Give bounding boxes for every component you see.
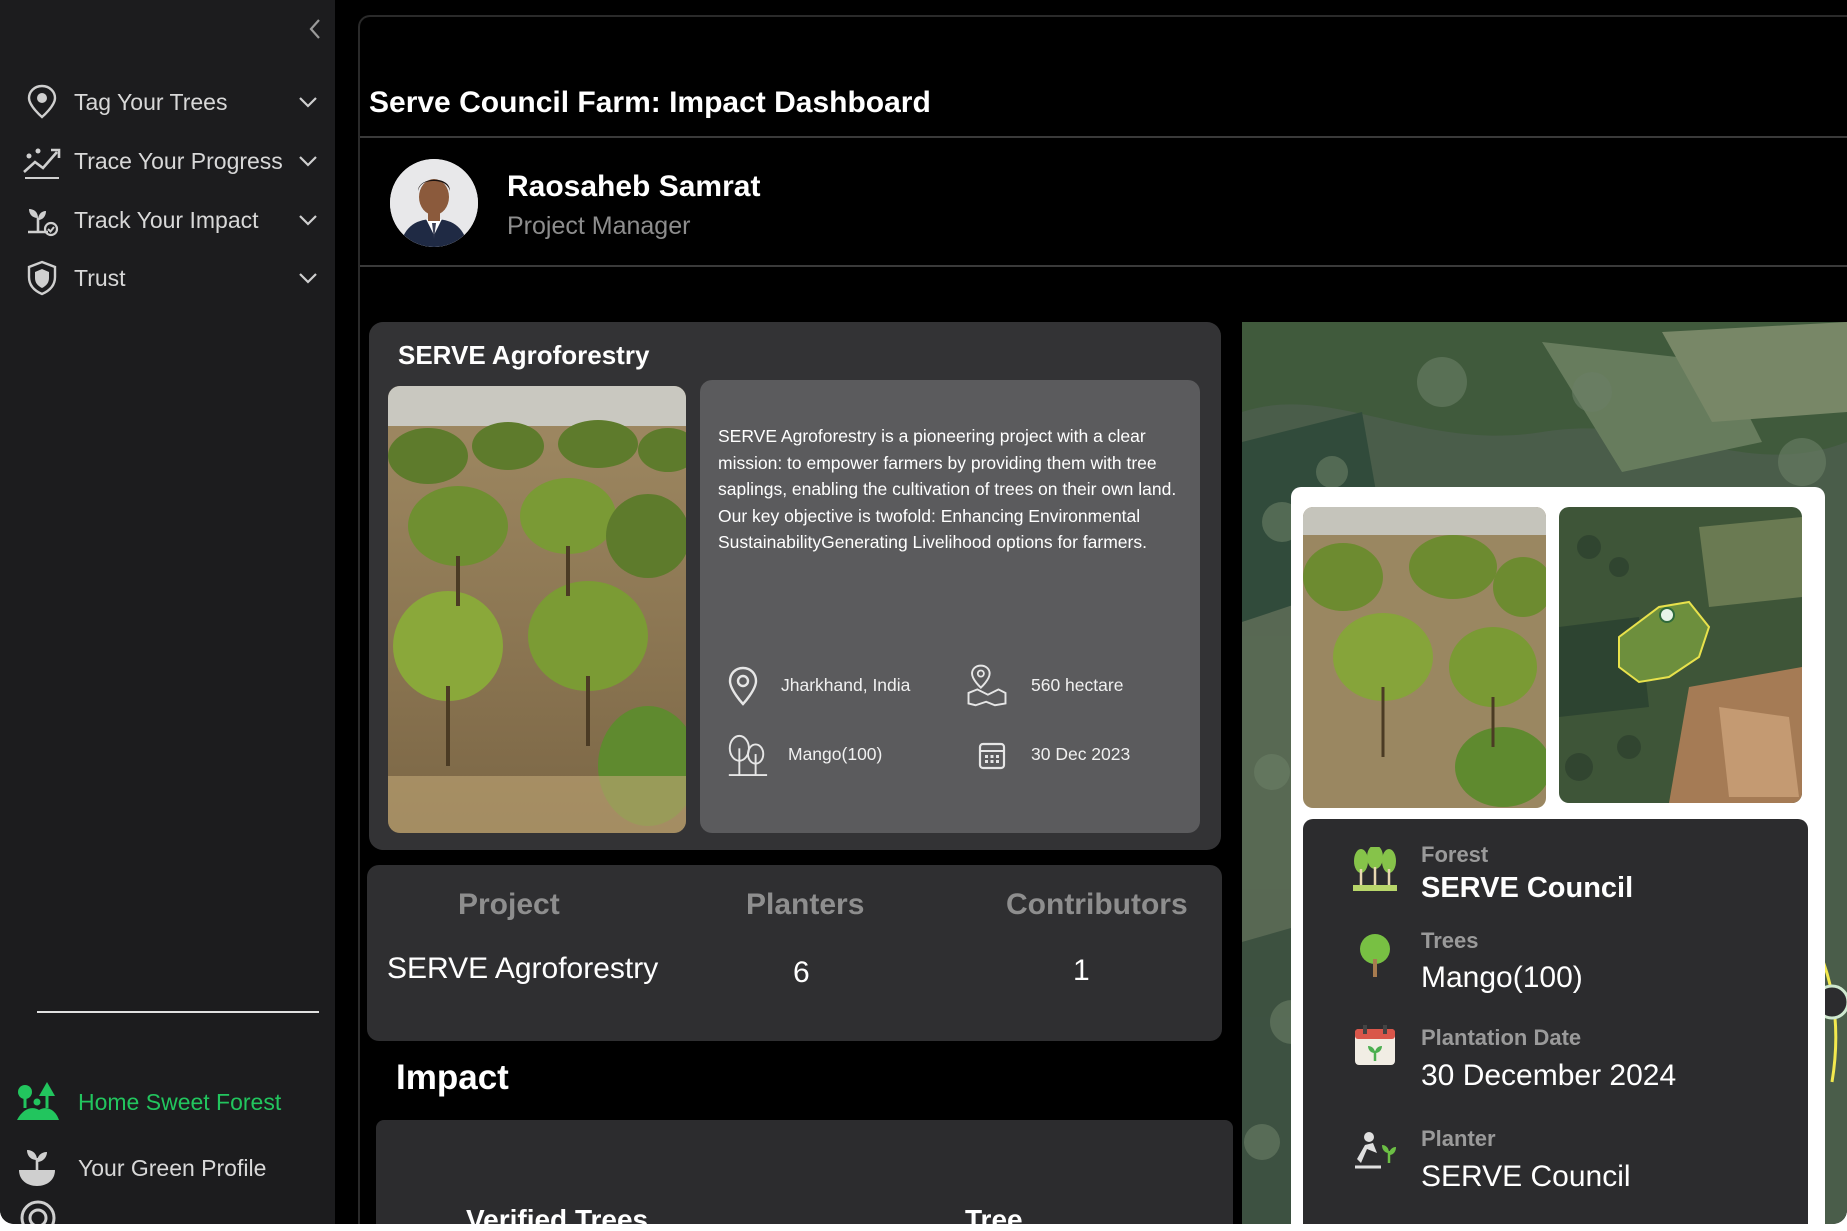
sidebar-item-label: Track Your Impact — [74, 206, 259, 233]
project-title: SERVE Agroforestry — [398, 340, 650, 370]
sidebar-item-label: Home Sweet Forest — [78, 1088, 282, 1115]
sidebar-divider — [37, 1011, 319, 1013]
forest-icon — [12, 1077, 62, 1127]
collapse-sidebar-button[interactable] — [300, 14, 330, 44]
plantation-calendar-icon — [1350, 1021, 1400, 1071]
stats-planters-value: 6 — [793, 956, 810, 989]
popup-planter-value: SERVE Council — [1421, 1160, 1631, 1193]
sidebar-item-label: Trace Your Progress — [74, 147, 283, 174]
impact-col-verified-trees: Verified Trees — [466, 1204, 649, 1224]
seedling-icon — [20, 198, 64, 242]
sidebar-item-label: Trust — [74, 264, 126, 291]
sidebar-item-track-your-impact[interactable]: Track Your Impact — [20, 196, 320, 244]
project-date: 30 Dec 2023 — [1031, 744, 1131, 764]
impact-title: Impact — [396, 1058, 509, 1097]
popup-trees-value: Mango(100) — [1421, 961, 1583, 994]
header-divider — [360, 136, 1847, 138]
popup-date-value: 30 December 2024 — [1421, 1059, 1677, 1092]
stats-contributors-value: 1 — [1073, 954, 1090, 987]
impact-col-tree: Tree — [965, 1204, 1023, 1224]
avatar[interactable] — [390, 159, 478, 247]
trees-icon — [725, 730, 769, 780]
chevron-left-icon — [309, 19, 320, 39]
profile-divider — [360, 265, 1847, 267]
sidebar-item-partial[interactable] — [18, 1198, 58, 1224]
page-title: Serve Council Farm: Impact Dashboard — [369, 86, 931, 119]
project-description: SERVE Agroforestry is a pioneering proje… — [718, 426, 1177, 552]
sidebar-item-trust[interactable]: Trust — [20, 254, 320, 302]
sidebar-item-label: Your Green Profile — [78, 1154, 267, 1181]
popup-planter-label: Planter — [1421, 1126, 1496, 1151]
user-name: Raosaheb Samrat — [507, 170, 761, 203]
chevron-down-icon — [296, 208, 320, 232]
project-species: Mango(100) — [788, 744, 883, 764]
target-icon — [20, 1200, 56, 1224]
sidebar-item-label: Tag Your Trees — [74, 88, 228, 115]
sidebar: Tag Your Trees Trace Your Progress Track… — [0, 0, 335, 1224]
tree-icon — [1350, 930, 1400, 980]
popup-forest-value: SERVE Council — [1421, 872, 1634, 904]
shield-icon — [20, 256, 64, 300]
stats-header-project: Project — [458, 888, 560, 921]
user-role: Project Manager — [507, 212, 691, 240]
chevron-down-icon — [296, 149, 320, 173]
popup-trees-label: Trees — [1421, 928, 1479, 953]
popup-forest-label: Forest — [1421, 842, 1489, 867]
calendar-icon — [970, 730, 1014, 780]
planter-person-icon — [1350, 1124, 1400, 1174]
stats-header-planters: Planters — [746, 888, 865, 921]
project-location: Jharkhand, India — [781, 675, 911, 695]
forest-trees-icon — [1350, 845, 1400, 895]
sidebar-item-tag-your-trees[interactable]: Tag Your Trees — [20, 78, 320, 126]
location-pin-icon — [721, 661, 765, 711]
map-pin-icon — [20, 80, 64, 124]
chevron-down-icon — [296, 266, 320, 290]
sidebar-item-trace-your-progress[interactable]: Trace Your Progress — [20, 137, 320, 185]
plant-pot-icon — [12, 1143, 62, 1193]
app-window: Tag Your Trees Trace Your Progress Track… — [0, 0, 1847, 1224]
area-map-icon — [965, 660, 1009, 710]
chevron-down-icon — [296, 90, 320, 114]
project-area: 560 hectare — [1031, 675, 1124, 695]
popup-satellite-photo — [1559, 507, 1802, 803]
stats-project-value: SERVE Agroforestry — [387, 952, 659, 985]
project-photo — [388, 386, 686, 833]
sidebar-item-your-green-profile[interactable]: Your Green Profile — [12, 1142, 322, 1194]
popup-date-label: Plantation Date — [1421, 1025, 1582, 1050]
popup-tree-photo — [1303, 507, 1546, 808]
progress-chart-icon — [20, 139, 64, 183]
sidebar-item-home-sweet-forest[interactable]: Home Sweet Forest — [12, 1076, 322, 1128]
stats-header-contributors: Contributors — [1006, 888, 1188, 921]
